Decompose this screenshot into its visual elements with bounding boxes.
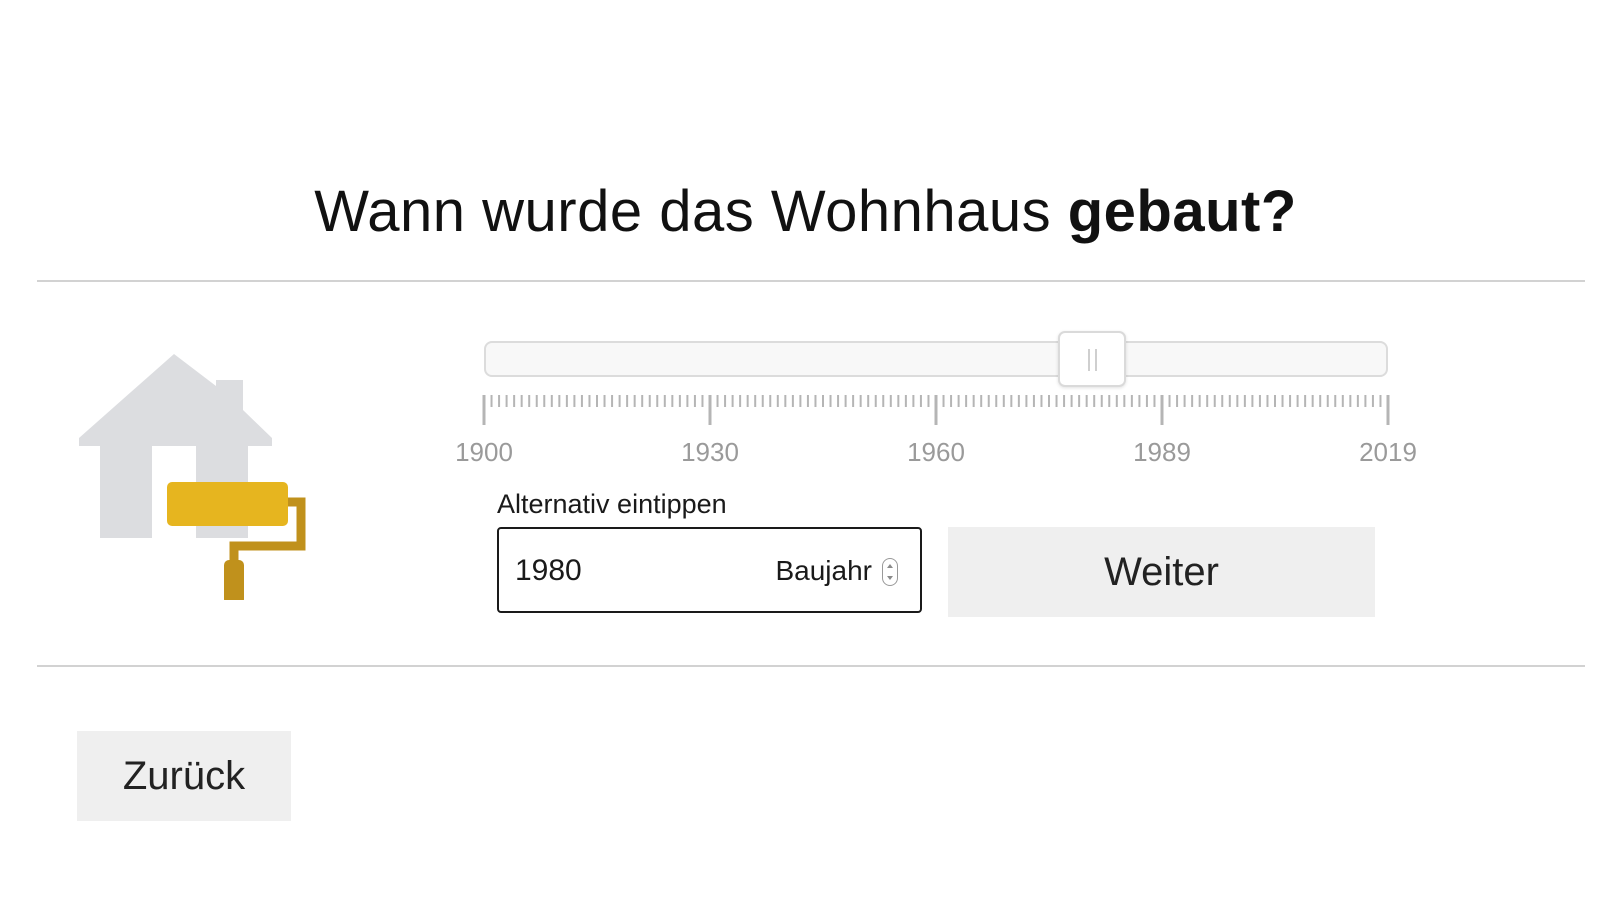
- year-slider-track[interactable]: [484, 341, 1388, 377]
- unit-label: Baujahr: [775, 555, 872, 586]
- tick-label: 2019: [1359, 437, 1417, 467]
- house-paint-roller-icon: [79, 354, 306, 600]
- next-button[interactable]: Weiter: [948, 527, 1375, 617]
- back-button[interactable]: Zurück: [77, 731, 291, 821]
- question-text: Wann wurde das Wohnhaus: [314, 179, 1052, 244]
- page-title: Wann wurde das Wohnhaus gebaut?: [0, 178, 1611, 245]
- year-input-field[interactable]: Baujahr: [497, 527, 922, 613]
- tick-label: 1960: [907, 437, 965, 467]
- spinner-icon[interactable]: [882, 558, 898, 586]
- paint-roller: [167, 482, 306, 600]
- question-emphasis: gebaut?: [1067, 179, 1297, 244]
- bottom-divider: [37, 665, 1585, 667]
- tick-label: 1930: [681, 437, 739, 467]
- tick-label: 1989: [1133, 437, 1191, 467]
- tick-label: 1900: [455, 437, 513, 467]
- year-slider-thumb[interactable]: [1057, 331, 1126, 387]
- slider-ticks: [482, 395, 1390, 425]
- top-divider: [37, 280, 1585, 282]
- alternative-input-label: Alternativ eintippen: [497, 489, 727, 519]
- year-input[interactable]: [515, 549, 735, 593]
